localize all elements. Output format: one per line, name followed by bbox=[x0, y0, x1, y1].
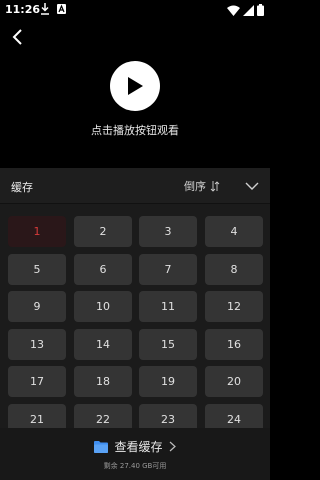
folder-icon bbox=[94, 440, 109, 453]
sort-button[interactable]: 倒序 bbox=[184, 178, 220, 194]
video-player[interactable]: 点击播放按钮观看 bbox=[0, 20, 270, 168]
episode-button[interactable]: 24 bbox=[205, 404, 263, 428]
episode-button[interactable]: 19 bbox=[139, 366, 197, 397]
episode-button[interactable]: 9 bbox=[8, 291, 66, 322]
episode-button[interactable]: 1 bbox=[8, 216, 66, 247]
a-icon bbox=[57, 4, 66, 14]
episode-button[interactable]: 10 bbox=[74, 291, 132, 322]
panel-header: 缓存 倒序 bbox=[0, 168, 270, 204]
view-cache-label: 查看缓存 bbox=[114, 440, 163, 454]
episode-button[interactable]: 21 bbox=[8, 404, 66, 428]
storage-info: 剩余 27.40 GB可用 bbox=[103, 462, 167, 470]
episode-button[interactable]: 22 bbox=[74, 404, 132, 428]
episode-grid: 1 2 3 4 5 6 7 8 9 10 11 12 13 14 15 16 17 18 19 20 21 22 23 24 bbox=[8, 216, 264, 428]
view-cache-button[interactable]: 查看缓存 bbox=[0, 438, 270, 455]
sort-label: 倒序 bbox=[184, 180, 206, 193]
download-icon bbox=[41, 3, 49, 15]
episode-button[interactable]: 12 bbox=[205, 291, 263, 322]
status-time: 11:26 bbox=[5, 3, 41, 16]
play-button[interactable] bbox=[110, 61, 160, 111]
episode-button[interactable]: 18 bbox=[74, 366, 132, 397]
episode-button[interactable]: 7 bbox=[139, 254, 197, 285]
status-icons bbox=[227, 4, 264, 16]
episode-button[interactable]: 5 bbox=[8, 254, 66, 285]
episode-button[interactable]: 14 bbox=[74, 329, 132, 360]
play-hint: 点击播放按钮观看 bbox=[91, 124, 179, 137]
play-icon bbox=[128, 77, 143, 95]
back-arrow-icon[interactable] bbox=[10, 29, 26, 45]
chevron-right-icon bbox=[169, 441, 176, 452]
footer: 查看缓存 剩余 27.40 GB可用 bbox=[0, 428, 270, 480]
episode-button[interactable]: 16 bbox=[205, 329, 263, 360]
sort-icon bbox=[210, 180, 220, 192]
episode-button[interactable]: 23 bbox=[139, 404, 197, 428]
episode-button[interactable]: 2 bbox=[74, 216, 132, 247]
episode-button[interactable]: 13 bbox=[8, 329, 66, 360]
episode-button[interactable]: 6 bbox=[74, 254, 132, 285]
panel-title: 缓存 bbox=[11, 181, 33, 194]
battery-icon bbox=[257, 4, 264, 16]
episode-button[interactable]: 17 bbox=[8, 366, 66, 397]
chevron-down-icon[interactable] bbox=[244, 180, 260, 192]
episode-button[interactable]: 20 bbox=[205, 366, 263, 397]
wifi-icon bbox=[227, 5, 240, 16]
episode-button[interactable]: 8 bbox=[205, 254, 263, 285]
episode-button[interactable]: 4 bbox=[205, 216, 263, 247]
signal-icon bbox=[243, 4, 254, 16]
status-bar: 11:26 bbox=[0, 0, 270, 20]
episode-button[interactable]: 3 bbox=[139, 216, 197, 247]
episode-button[interactable]: 11 bbox=[139, 291, 197, 322]
episode-button[interactable]: 15 bbox=[139, 329, 197, 360]
